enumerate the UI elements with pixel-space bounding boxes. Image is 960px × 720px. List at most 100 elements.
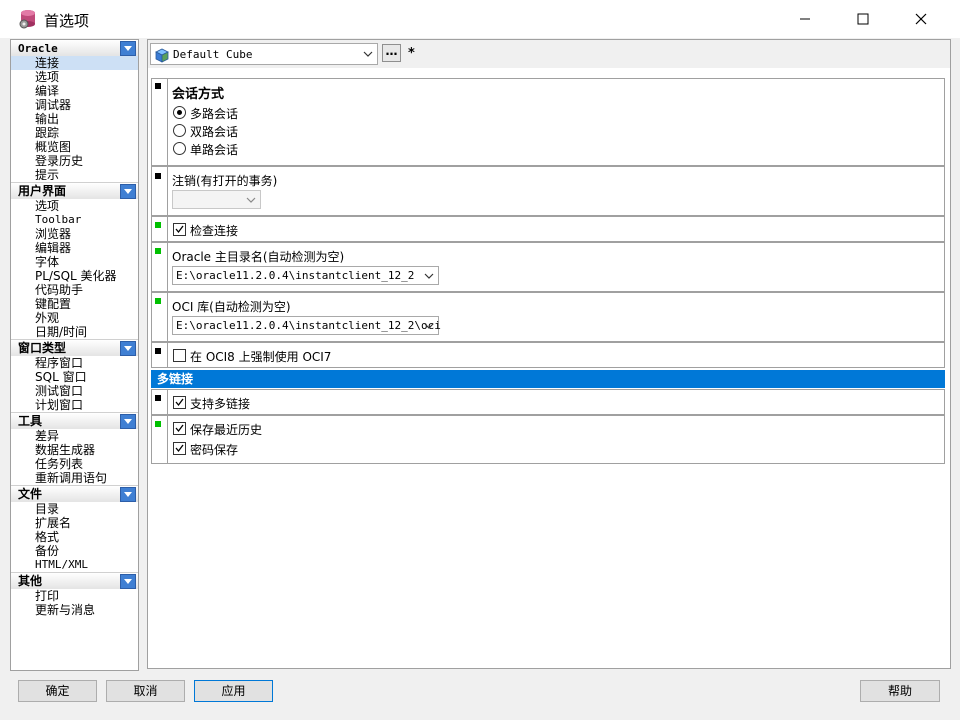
section-divider [167, 390, 168, 414]
nav-item-data-generator[interactable]: 数据生成器 [11, 443, 138, 457]
nav-item-format[interactable]: 格式 [11, 530, 138, 544]
nav-category-ui[interactable]: 用户界面 [11, 182, 138, 199]
maximize-icon [857, 13, 869, 25]
chevron-down-icon[interactable] [120, 184, 136, 199]
help-button[interactable]: 帮助 [860, 680, 940, 702]
checkmark-icon [175, 444, 184, 453]
save-history-label: 保存最近历史 [190, 423, 263, 437]
nav-item-diff[interactable]: 差异 [11, 429, 138, 443]
radio-single-session[interactable] [173, 142, 186, 155]
force-oci7-checkbox[interactable] [173, 349, 186, 362]
modified-indicator: * [408, 46, 415, 61]
check-connection-checkbox[interactable] [173, 223, 186, 236]
nav-category-label: 窗口类型 [18, 341, 67, 355]
nav-item-compile[interactable]: 编译 [11, 84, 138, 98]
nav-item-login-history[interactable]: 登录历史 [11, 154, 138, 168]
nav-item-backup[interactable]: 备份 [11, 544, 138, 558]
nav-item-updates-news[interactable]: 更新与消息 [11, 603, 138, 617]
nav-category-label: Oracle [18, 42, 58, 55]
nav-item-code-assistant[interactable]: 代码助手 [11, 283, 138, 297]
chevron-down-icon[interactable] [120, 487, 136, 502]
profile-ellipsis-button[interactable]: … [382, 44, 401, 62]
chevron-down-icon[interactable] [120, 414, 136, 429]
changed-marker [155, 421, 161, 427]
nav-category-label: 工具 [18, 414, 43, 428]
nav-item-directories[interactable]: 目录 [11, 502, 138, 516]
close-button[interactable] [892, 0, 950, 38]
nav-item-recall-statement[interactable]: 重新调用语句 [11, 471, 138, 485]
nav-item-editor[interactable]: 编辑器 [11, 241, 138, 255]
nav-category-label: 文件 [18, 487, 43, 501]
chevron-down-icon[interactable] [120, 574, 136, 589]
nav-item-ui-options[interactable]: 选项 [11, 199, 138, 213]
close-icon [915, 13, 927, 25]
oci-library-select[interactable]: E:\oracle11.2.0.4\instantclient_12_2\oci [172, 316, 441, 335]
chevron-down-icon[interactable] [120, 41, 136, 56]
nav-item-sql-window[interactable]: SQL 窗口 [11, 370, 138, 384]
radio-multi-session[interactable] [173, 106, 186, 119]
nav-item-toolbar[interactable]: Toolbar [11, 213, 138, 227]
maximize-button[interactable] [834, 0, 892, 38]
profile-select[interactable]: Default Cube [150, 43, 378, 65]
profile-bar: Default Cube … * [148, 40, 950, 68]
nav-item-appearance[interactable]: 外观 [11, 311, 138, 325]
support-multi-checkbox[interactable] [173, 396, 186, 409]
checkmark-icon [175, 398, 184, 407]
nav-item-html-xml[interactable]: HTML/XML [11, 558, 138, 572]
nav-item-plsql-beautifier[interactable]: PL/SQL 美化器 [11, 269, 138, 283]
minimize-button[interactable] [776, 0, 834, 38]
nav-category-files[interactable]: 文件 [11, 485, 138, 502]
nav-category-other[interactable]: 其他 [11, 572, 138, 589]
section-divider [167, 167, 168, 215]
nav-item-plan-window[interactable]: 计划窗口 [11, 398, 138, 412]
default-marker [155, 83, 161, 89]
session-mode-section: 会话方式 多路会话 双路会话 单路会话 [151, 78, 945, 166]
cancel-button[interactable]: 取消 [106, 680, 185, 702]
nav-category-oracle[interactable]: Oracle [11, 40, 138, 56]
checkmark-icon [175, 225, 184, 234]
chevron-down-icon[interactable] [120, 341, 136, 356]
profile-value: Default Cube [173, 48, 253, 61]
nav-item-key-config[interactable]: 键配置 [11, 297, 138, 311]
preferences-content: Default Cube … * 会话方式 多路会话 双路会话 单路会话 注销(… [147, 39, 951, 669]
radio-label: 双路会话 [190, 125, 239, 139]
logoff-label: 注销(有打开的事务) [172, 174, 278, 188]
logoff-select[interactable] [172, 190, 261, 209]
window-title: 首选项 [44, 12, 90, 30]
section-divider [167, 343, 168, 367]
section-divider [167, 416, 168, 463]
radio-dual-session[interactable] [173, 124, 186, 137]
nav-item-extensions[interactable]: 扩展名 [11, 516, 138, 530]
chevron-down-icon [424, 273, 434, 279]
save-password-label: 密码保存 [190, 443, 239, 457]
nav-item-hints[interactable]: 提示 [11, 168, 138, 182]
nav-item-font[interactable]: 字体 [11, 255, 138, 269]
oracle-home-select[interactable]: E:\oracle11.2.0.4\instantclient_12_2 [172, 266, 439, 285]
section-divider [167, 293, 168, 341]
nav-item-options[interactable]: 选项 [11, 70, 138, 84]
nav-item-date-time[interactable]: 日期/时间 [11, 325, 138, 339]
checkmark-icon [175, 424, 184, 433]
nav-item-print[interactable]: 打印 [11, 589, 138, 603]
support-multi-label: 支持多链接 [190, 397, 251, 411]
nav-item-debugger[interactable]: 调试器 [11, 98, 138, 112]
apply-button[interactable]: 应用 [194, 680, 273, 702]
nav-item-program-window[interactable]: 程序窗口 [11, 356, 138, 370]
nav-category-tools[interactable]: 工具 [11, 412, 138, 429]
nav-item-output[interactable]: 输出 [11, 112, 138, 126]
nav-item-task-list[interactable]: 任务列表 [11, 457, 138, 471]
support-multi-section: 支持多链接 [151, 389, 945, 415]
oci-library-label: OCI 库(自动检测为空) [172, 300, 291, 314]
save-password-checkbox[interactable] [173, 442, 186, 455]
default-marker [155, 173, 161, 179]
nav-category-window-types[interactable]: 窗口类型 [11, 339, 138, 356]
nav-item-connection[interactable]: 连接 [11, 56, 138, 70]
check-connection-label: 检查连接 [190, 224, 239, 238]
nav-category-label: 用户界面 [18, 184, 67, 198]
ok-button[interactable]: 确定 [18, 680, 97, 702]
nav-item-overview[interactable]: 概览图 [11, 140, 138, 154]
nav-item-browser[interactable]: 浏览器 [11, 227, 138, 241]
save-history-checkbox[interactable] [173, 422, 186, 435]
nav-item-trace[interactable]: 跟踪 [11, 126, 138, 140]
nav-item-test-window[interactable]: 测试窗口 [11, 384, 138, 398]
